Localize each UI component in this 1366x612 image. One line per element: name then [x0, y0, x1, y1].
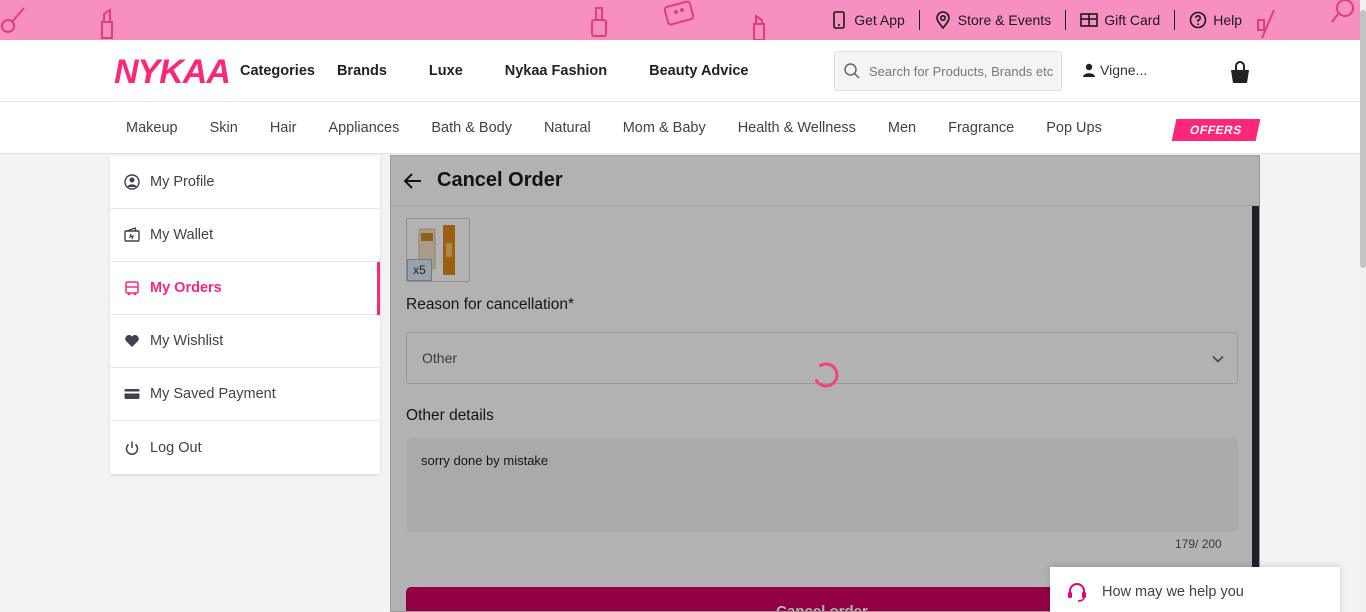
category-mom-baby[interactable]: Mom & Baby [607, 120, 722, 136]
sidebar-item-label: My Profile [150, 174, 215, 190]
chat-label: How may we help you [1102, 584, 1244, 600]
loading-spinner-icon [814, 362, 839, 388]
wallet-icon [124, 227, 140, 242]
sidebar-item-my-orders[interactable]: My Orders [110, 262, 380, 315]
help-label: Help [1213, 12, 1242, 28]
category-pop-ups[interactable]: Pop Ups [1030, 120, 1118, 136]
nav-nykaa-fashion[interactable]: Nykaa Fashion [505, 63, 607, 79]
category-hair[interactable]: Hair [254, 120, 313, 136]
main-nav: Categories Brands Luxe Nykaa Fashion Bea… [240, 40, 749, 102]
lipstick-decoration-icon [753, 14, 765, 40]
category-bath-body[interactable]: Bath & Body [415, 120, 528, 136]
sidebar-item-log-out[interactable]: Log Out [110, 421, 380, 474]
search-input[interactable] [869, 63, 1057, 79]
account-sidebar: My Profile My Wallet My Orders My Wishli… [110, 156, 380, 474]
category-natural[interactable]: Natural [528, 120, 607, 136]
sidebar-item-label: My Wallet [150, 227, 214, 243]
card-icon [124, 389, 140, 399]
shopping-bag-icon[interactable] [1228, 60, 1252, 84]
phone-icon [833, 11, 846, 29]
sidebar-item-my-wallet[interactable]: My Wallet [110, 209, 380, 262]
category-bar: Makeup Skin Hair Appliances Bath & Body … [0, 102, 1360, 154]
help-icon [1189, 11, 1207, 29]
nav-beauty-advice[interactable]: Beauty Advice [649, 63, 748, 79]
help-link[interactable]: Help [1174, 10, 1256, 30]
cancel-order-panel: Cancel Order x5 Reason for cancellation*… [390, 155, 1260, 612]
mirror-decoration-icon [1331, 0, 1354, 23]
brush-decoration-icon [1257, 9, 1275, 39]
headset-icon [1068, 583, 1086, 602]
category-health-wellness[interactable]: Health & Wellness [722, 120, 872, 136]
nykaa-logo[interactable]: NYKAA [114, 54, 231, 90]
orders-icon [125, 281, 139, 296]
lipstick-decoration-icon [1, 7, 25, 33]
nail-polish-decoration-icon [591, 7, 607, 37]
store-events-label: Store & Events [957, 12, 1052, 28]
gift-card-icon [1080, 13, 1098, 27]
main-header: NYKAA Categories Brands Luxe Nykaa Fashi… [0, 40, 1360, 102]
offers-badge[interactable]: OFFERS [1171, 119, 1261, 141]
sidebar-item-my-profile[interactable]: My Profile [110, 156, 380, 209]
get-app-label: Get App [854, 12, 905, 28]
sidebar-item-label: My Saved Payment [150, 386, 276, 402]
category-skin[interactable]: Skin [194, 120, 254, 136]
help-chat-widget[interactable]: How may we help you [1050, 567, 1340, 612]
nav-brands[interactable]: Brands [337, 63, 387, 79]
search-bar[interactable] [834, 51, 1062, 91]
category-fragrance[interactable]: Fragrance [932, 120, 1030, 136]
promo-top-bar: Get App Store & Events Gift Card Help [0, 0, 1366, 40]
page-scrollbar-thumb[interactable] [1360, 10, 1366, 268]
location-pin-icon [935, 11, 950, 29]
user-account[interactable]: Vigne... [1082, 62, 1147, 78]
nav-luxe[interactable]: Luxe [429, 63, 463, 79]
page-scrollbar[interactable] [1360, 0, 1366, 612]
power-icon [125, 441, 139, 455]
store-events-link[interactable]: Store & Events [918, 10, 1065, 30]
nav-categories[interactable]: Categories [240, 63, 315, 79]
sidebar-item-my-saved-payment[interactable]: My Saved Payment [110, 368, 380, 421]
search-icon [844, 63, 860, 79]
sidebar-item-label: My Orders [150, 280, 222, 296]
user-name: Vigne... [1100, 62, 1148, 78]
category-appliances[interactable]: Appliances [312, 120, 415, 136]
gift-card-label: Gift Card [1104, 12, 1161, 28]
sidebar-item-label: My Wishlist [150, 333, 224, 349]
category-men[interactable]: Men [872, 120, 932, 136]
heart-icon [125, 335, 139, 347]
palette-decoration-icon [663, 0, 695, 26]
category-makeup[interactable]: Makeup [110, 120, 194, 136]
sidebar-item-my-wishlist[interactable]: My Wishlist [110, 315, 380, 368]
sidebar-item-label: Log Out [150, 439, 202, 456]
lipstick-decoration-icon [101, 8, 113, 39]
profile-icon [124, 174, 140, 190]
gift-card-link[interactable]: Gift Card [1065, 10, 1174, 30]
get-app-link[interactable]: Get App [816, 10, 919, 30]
user-icon [1083, 63, 1095, 77]
